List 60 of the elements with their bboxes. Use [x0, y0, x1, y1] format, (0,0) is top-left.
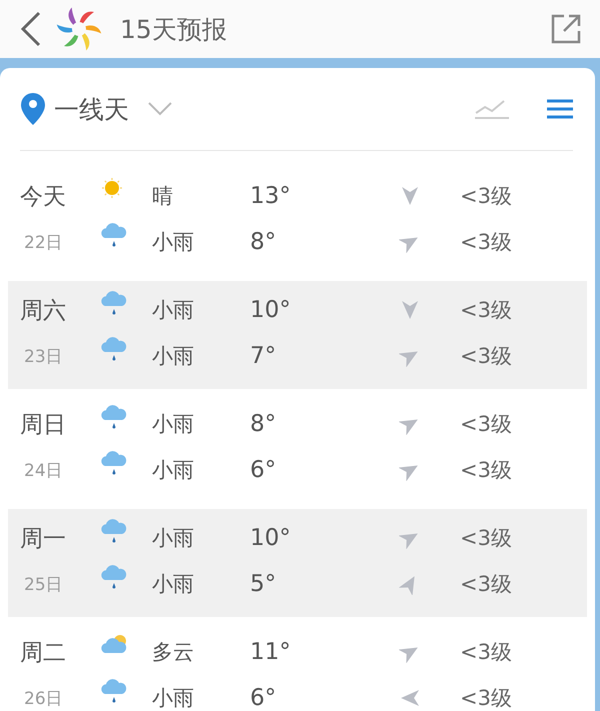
- date-label: 25日: [23, 574, 64, 596]
- weather-text: 小雨: [151, 685, 195, 711]
- temperature: 8°: [250, 411, 278, 437]
- weather-text: 小雨: [151, 411, 195, 438]
- location-name: 一线天: [54, 94, 129, 126]
- wind-direction-icon: [399, 185, 421, 207]
- back-icon[interactable]: [20, 11, 42, 47]
- wind-level: <3级: [459, 571, 513, 598]
- rain-cloud-icon: [100, 335, 128, 363]
- temperature: 10°: [250, 297, 292, 323]
- temperature: 13°: [250, 183, 292, 209]
- weather-text: 小雨: [151, 297, 195, 324]
- weather-text: 晴: [151, 183, 174, 210]
- wind-direction-icon: [399, 687, 421, 709]
- temperature: 8°: [250, 229, 278, 255]
- share-icon[interactable]: [550, 13, 582, 45]
- rain-cloud-icon: [100, 517, 128, 545]
- wind-direction-icon: [399, 299, 421, 321]
- wind-level: <3级: [459, 411, 513, 438]
- wind-level: <3级: [459, 685, 513, 711]
- wind-level: <3级: [459, 639, 513, 666]
- rain-cloud-icon: [100, 289, 128, 317]
- app-logo-icon: [56, 6, 102, 52]
- location-pin-icon: [20, 92, 46, 126]
- rain-cloud-icon: [100, 403, 128, 431]
- weather-text: 小雨: [151, 343, 195, 370]
- temperature: 6°: [250, 685, 278, 711]
- day-label: 周六: [20, 296, 67, 326]
- rain-cloud-icon: [100, 221, 128, 249]
- wind-level: <3级: [459, 457, 513, 484]
- sun-icon: [100, 176, 124, 200]
- weather-text: 小雨: [151, 525, 195, 552]
- date-label: 24日: [23, 460, 64, 482]
- wind-level: <3级: [459, 229, 513, 256]
- weather-text: 小雨: [151, 229, 195, 256]
- date-label: 26日: [23, 688, 64, 710]
- chevron-down-icon[interactable]: [147, 101, 173, 117]
- wind-level: <3级: [459, 183, 513, 210]
- date-label: 23日: [23, 346, 64, 368]
- day-label: 周日: [20, 410, 67, 440]
- list-icon[interactable]: [547, 99, 573, 119]
- page-title: 15天预报: [120, 14, 228, 46]
- wind-level: <3级: [459, 343, 513, 370]
- wind-level: <3级: [459, 297, 513, 324]
- day-label: 今天: [20, 182, 67, 212]
- weather-text: 小雨: [151, 571, 195, 598]
- wind-level: <3级: [459, 525, 513, 552]
- temperature: 10°: [250, 525, 292, 551]
- day-label: 周二: [20, 638, 67, 668]
- weather-text: 小雨: [151, 457, 195, 484]
- rain-cloud-icon: [100, 563, 128, 591]
- rain-cloud-icon: [100, 449, 128, 477]
- date-label: 22日: [23, 232, 64, 254]
- rain-cloud-icon: [100, 677, 128, 705]
- temperature: 6°: [250, 457, 278, 483]
- temperature: 7°: [250, 343, 278, 369]
- temperature: 11°: [250, 639, 292, 665]
- temperature: 5°: [250, 571, 278, 597]
- day-label: 周一: [20, 524, 67, 554]
- weather-text: 多云: [151, 639, 195, 666]
